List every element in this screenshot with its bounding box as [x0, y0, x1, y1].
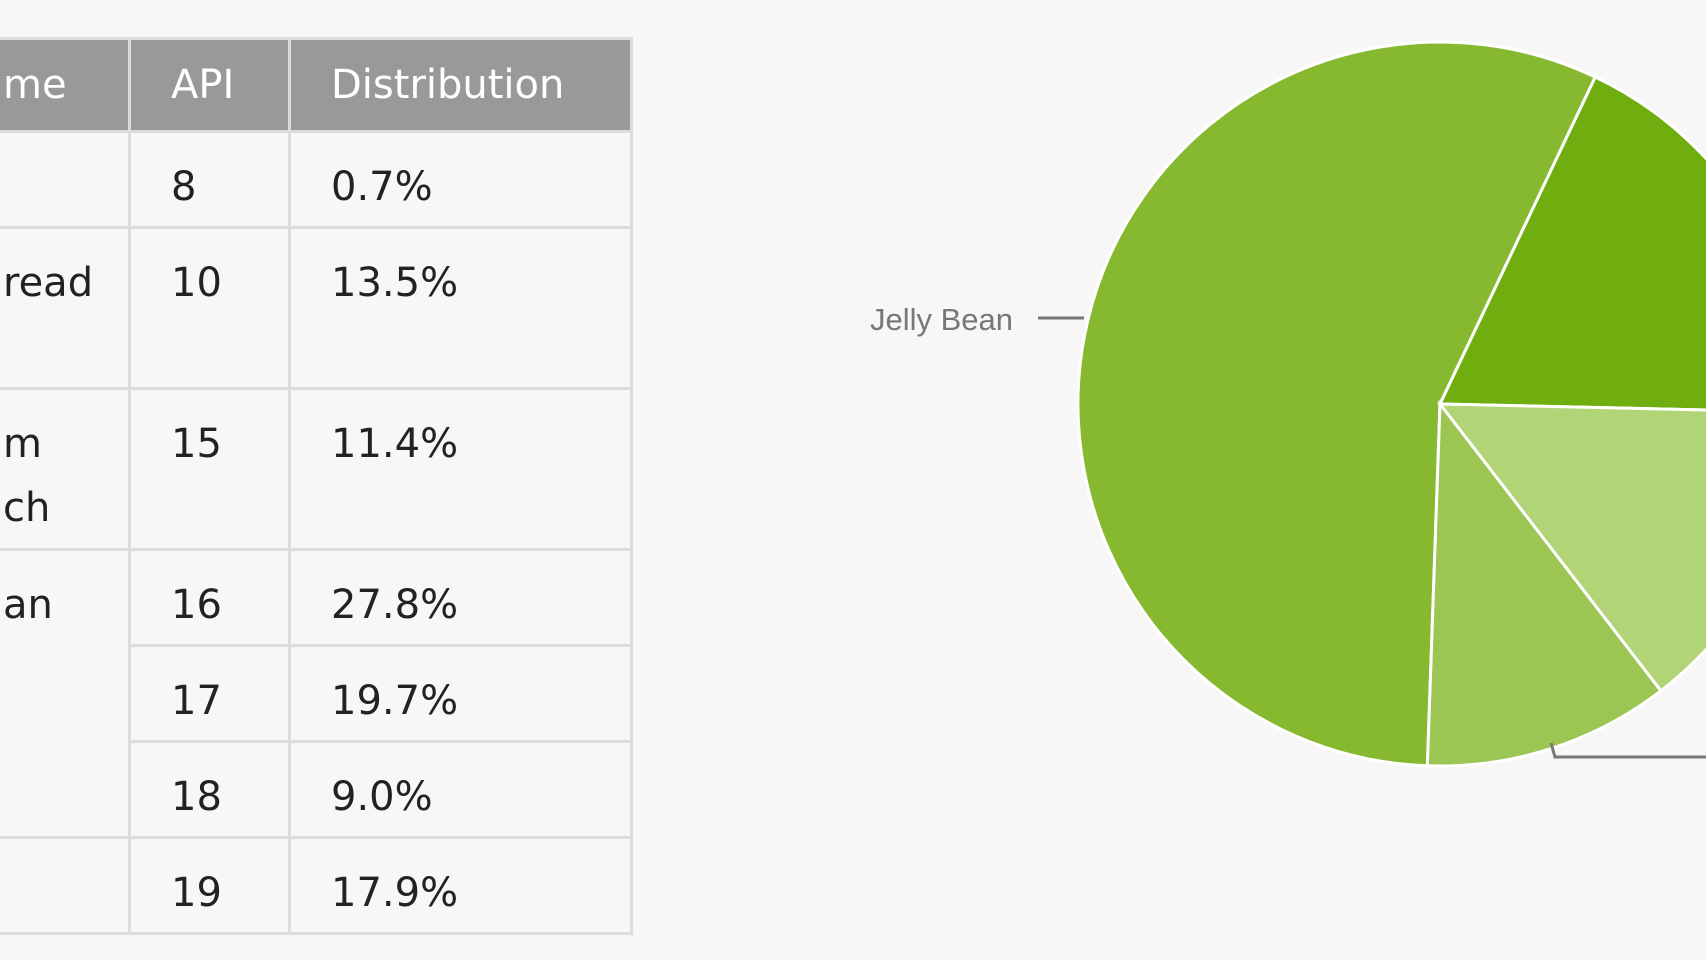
pie-slice-ice-cream-sandwich	[1436, 402, 1706, 693]
codename-cell: read	[0, 226, 131, 390]
table-row: read 10 13.5%	[0, 226, 633, 390]
distribution-cell: 9.0%	[288, 740, 633, 839]
api-cell: 10	[128, 226, 291, 390]
pie-slice-jelly-bean	[1076, 40, 1598, 768]
jelly-bean-label: Jelly Bean	[870, 302, 1013, 337]
api-cell: 8	[128, 130, 291, 229]
table-row: m ch 15 11.4%	[0, 387, 633, 551]
codename-cell	[0, 130, 131, 229]
header-codename: me	[0, 37, 131, 133]
distribution-table: me API Distribution 8 0.7% read 10 13.5%…	[0, 37, 633, 935]
bottom-slice-leader-line	[1549, 742, 1706, 759]
table-row: 8 0.7%	[0, 130, 633, 229]
codename-cell: m ch	[0, 387, 131, 551]
distribution-cell: 17.9%	[288, 836, 633, 935]
table-header-row: me API Distribution	[0, 37, 633, 133]
distribution-cell: 27.8%	[288, 548, 633, 647]
distribution-cell: 13.5%	[288, 226, 633, 390]
api-cell: 19	[128, 836, 291, 935]
codename-cell	[0, 836, 131, 935]
codename-cell: an	[0, 548, 131, 839]
api-cell: 16	[128, 548, 291, 647]
pie-slices	[1076, 40, 1706, 768]
pie-annotations: Jelly Bean	[870, 302, 1706, 759]
pie-slice-gingerbread	[1425, 399, 1663, 768]
table-row: 19 17.9%	[0, 836, 633, 935]
pie-slice-kitkat	[1437, 74, 1706, 412]
header-distribution: Distribution	[288, 37, 633, 133]
header-api: API	[128, 37, 291, 133]
api-cell: 17	[128, 644, 291, 743]
distribution-cell: 11.4%	[288, 387, 633, 551]
api-cell: 15	[128, 387, 291, 551]
table-row: an 16 27.8%	[0, 548, 633, 839]
api-cell: 18	[128, 740, 291, 839]
distribution-cell: 19.7%	[288, 644, 633, 743]
distribution-cell: 0.7%	[288, 130, 633, 229]
